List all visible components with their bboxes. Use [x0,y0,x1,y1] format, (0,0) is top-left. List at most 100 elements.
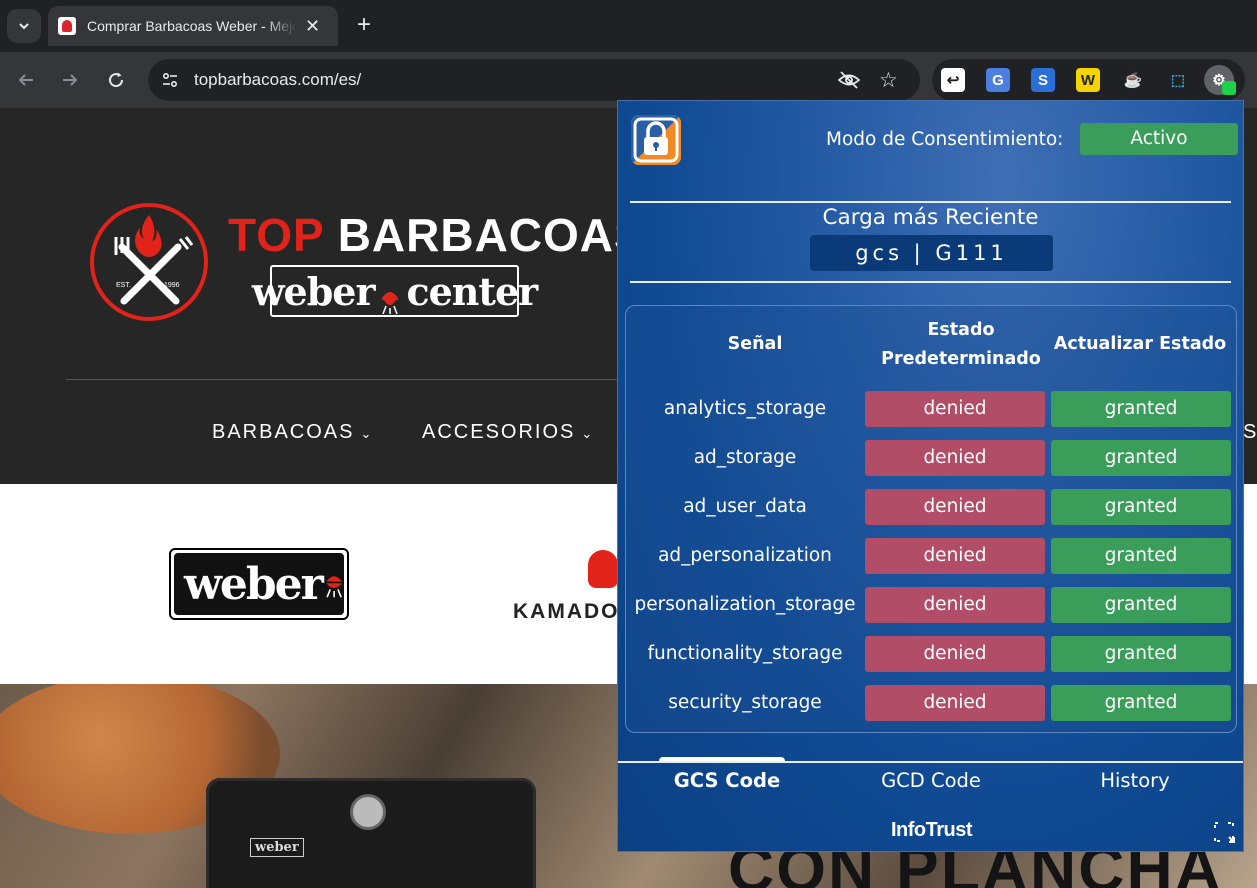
menu-item-accesorios[interactable]: ACCESORIOS ⌄ [422,421,594,444]
tab-search-button[interactable] [7,9,41,43]
consent-extension-popup: Modo de Consentimiento: Activo Carga más… [617,100,1244,852]
screenshot-extension-icon[interactable]: ⬚ [1166,68,1190,92]
weber-center-badge: weber center [252,265,538,317]
update-state-badge: granted [1051,391,1231,427]
tune-icon [162,72,178,88]
tracking-protection-icon[interactable] [837,70,861,95]
update-state-badge: granted [1051,685,1231,721]
eye-off-icon [837,71,861,89]
update-state-badge: granted [1051,636,1231,672]
update-state-badge: granted [1051,538,1231,574]
arrow-right-icon [63,74,78,86]
chevron-down-icon: ⌄ [360,426,374,441]
tab-title: Comprar Barbacoas Weber - Mejores [87,18,297,34]
signal-name: ad_storage [693,447,797,468]
signal-name: ad_user_data [683,496,807,517]
latest-load-title: Carga más Reciente [822,205,1039,230]
kettle-icon [326,576,342,598]
arrow-left-icon [18,74,33,86]
signal-row: ad_personalization denied granted [626,538,1238,574]
weber-center-right: center [406,268,538,314]
signal-row: analytics_storage denied granted [626,391,1238,427]
address-bar[interactable]: topbarbacoas.com/es/ ☆ [148,59,920,101]
logo-est: EST. [116,282,131,289]
tab-gcd-code[interactable]: GCD Code [831,769,1031,792]
genie-extension-icon[interactable]: ☕ [1121,68,1145,92]
s-extension-icon[interactable]: S [1031,68,1055,92]
update-state-badge: granted [1051,440,1231,476]
divider [630,281,1231,283]
header-divider [66,379,626,380]
url-text[interactable]: topbarbacoas.com/es/ [194,70,361,90]
default-state-badge: denied [865,636,1045,672]
consent-mode-label: Modo de Consentimiento: [826,129,1064,150]
grill-tools-icon: EST. 1996 [114,215,194,305]
signal-row: personalization_storage denied granted [626,587,1238,623]
reload-button[interactable] [102,66,130,94]
menu-item-cut[interactable]: S [1243,421,1257,444]
update-state-badge: granted [1051,489,1231,525]
thermometer-icon [350,794,386,830]
weber-brand-logo[interactable]: weber [169,548,349,620]
default-state-badge: denied [865,391,1045,427]
menu-item-barbacoas[interactable]: BARBACOAS ⌄ [212,421,373,444]
signal-name: personalization_storage [634,594,856,615]
signal-row: ad_user_data denied granted [626,489,1238,525]
kettle-icon [380,278,400,315]
grill-image: weber [206,778,536,888]
back-button[interactable] [12,66,40,94]
column-header-update: Actualizar Estado [1053,334,1227,354]
site-info-button[interactable] [159,69,181,91]
default-state-badge: denied [865,440,1045,476]
consent-status-badge: Activo [1080,123,1238,155]
translate-extension-icon[interactable]: G [986,68,1010,92]
signal-name: functionality_storage [647,643,843,664]
default-state-badge: denied [865,685,1045,721]
share-extension-icon[interactable]: ↩ [941,68,965,92]
site-favicon [58,17,76,35]
extensions-bar: ↩ G S W ☕ ⬚ ⚙ [932,59,1245,101]
signal-table: Señal Estado Predeterminado Actualizar E… [625,305,1237,733]
weber-center-left: weber [251,268,376,314]
infotrust-logo[interactable]: InfoTrust [618,819,1243,842]
default-state-badge: denied [865,587,1045,623]
signal-name: ad_personalization [658,545,832,566]
forward-button[interactable] [56,66,84,94]
signal-name: analytics_storage [663,398,827,419]
kamado-egg-icon [588,550,618,588]
top-barbacoas-logo[interactable]: EST. 1996 [90,203,208,321]
crop-icon [1214,822,1235,843]
tabs-divider [618,761,1243,763]
latest-load-value: gcs | G111 [810,235,1053,271]
consent-lock-logo [631,115,681,165]
signal-row: ad_storage denied granted [626,440,1238,476]
active-indicator-dot [1222,81,1236,95]
weber-logo-text: weber [184,558,324,610]
w-extension-icon[interactable]: W [1076,68,1100,92]
close-tab-icon[interactable]: ✕ [305,17,320,35]
column-header-default: Estado Predeterminado [881,320,1041,369]
kamado-brand-logo[interactable]: KAMADO [513,600,620,624]
brand-title-white: BARBACOAS [337,209,646,261]
browser-tab[interactable]: Comprar Barbacoas Weber - Mejores ✕ [48,6,338,46]
brand-title[interactable]: TOP BARBACOAS [228,208,646,262]
signal-row: security_storage denied granted [626,685,1238,721]
chevron-down-icon [19,23,29,30]
tab-gcs-code[interactable]: GCS Code [627,769,827,792]
default-state-badge: denied [865,538,1045,574]
default-state-badge: denied [865,489,1045,525]
divider [630,201,1231,203]
column-header-signal: Señal [727,334,783,354]
chevron-down-icon: ⌄ [581,426,595,441]
brand-title-red: TOP [228,209,324,261]
bookmark-star-icon[interactable]: ☆ [879,68,898,93]
grill-logo: weber [250,838,304,857]
signal-row: functionality_storage denied granted [626,636,1238,672]
new-tab-button[interactable]: + [350,12,378,40]
reload-icon [109,72,124,88]
logo-year: 1996 [164,282,180,289]
signal-name: security_storage [668,692,822,713]
screenshot-button[interactable] [1213,821,1235,843]
update-state-badge: granted [1051,587,1231,623]
tab-history[interactable]: History [1035,769,1235,792]
